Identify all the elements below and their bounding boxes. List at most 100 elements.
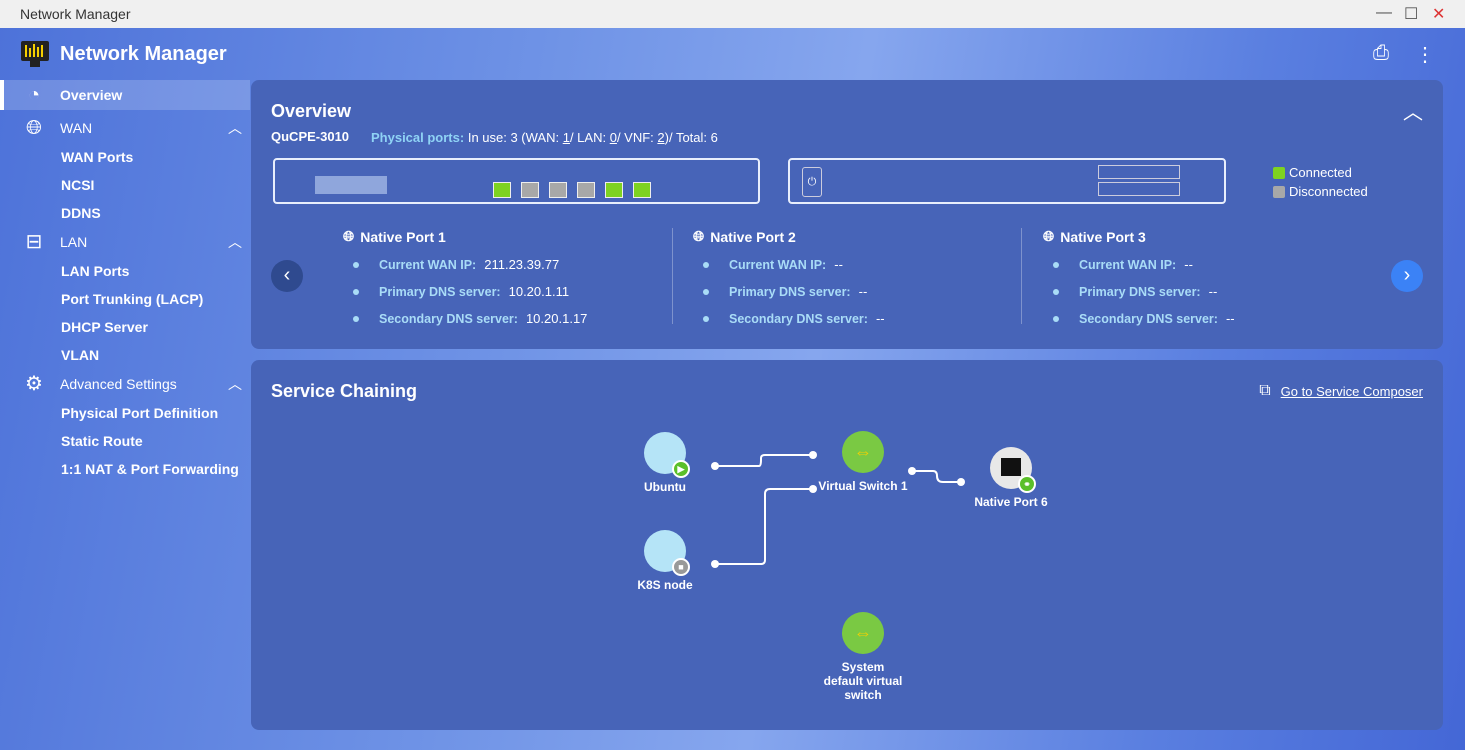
close-icon[interactable]: ✕	[1432, 4, 1445, 24]
info-row: Current WAN IP: --	[1043, 257, 1373, 272]
more-vertical-icon[interactable]: ⋮	[1415, 42, 1435, 67]
node-label: K8S node	[637, 578, 693, 592]
switch-icon: ⇔	[842, 431, 884, 473]
overview-panel: Overview ︿ QuCPE-3010 Physical ports: In…	[251, 80, 1443, 349]
chevron-up-icon[interactable]: ︿	[228, 374, 242, 394]
window-title: Network Manager	[20, 6, 131, 22]
port-legend: Connected Disconnected	[1273, 165, 1368, 203]
sidebar-item-advanced-settings[interactable]: ⚙︎ Advanced Settings ︿	[0, 369, 250, 399]
sidebar-item-overview[interactable]: ◔ Overview	[0, 80, 250, 110]
info-row: Secondary DNS server: --	[693, 311, 1023, 326]
info-value: --	[1184, 257, 1193, 272]
info-value: --	[834, 257, 843, 272]
info-label: Primary DNS server:	[379, 284, 501, 299]
link-icon: ⚭	[1018, 475, 1036, 493]
ethernet-port-1	[493, 182, 511, 198]
switch-icon: ⇔	[842, 612, 884, 654]
sidebar-item-wan[interactable]: 🌐︎ WAN ︿	[0, 113, 250, 143]
vnf-count-link[interactable]: 2	[657, 130, 664, 145]
ports-label: Physical ports:	[371, 130, 465, 145]
sidebar-item-nat-port-forwarding[interactable]: 1:1 NAT & Port Forwarding	[0, 455, 250, 483]
sidebar-item-label: WAN	[60, 120, 93, 136]
node-k8s[interactable]: ■ K8S node	[605, 530, 725, 592]
native-port-name: Native Port 1	[360, 228, 446, 245]
info-value: 10.20.1.17	[525, 311, 588, 326]
sidebar: ◔ Overview 🌐︎ WAN ︿ WAN Ports NCSI DDNS ⊟ LA…	[0, 80, 250, 483]
node-virtual-switch-1[interactable]: ⇔ Virtual Switch 1	[803, 431, 923, 493]
globe-icon: 🌐︎	[26, 117, 42, 139]
info-label: Secondary DNS server:	[1079, 311, 1218, 326]
sidebar-item-label: Advanced Settings	[60, 376, 177, 392]
globe-icon: 🌐︎	[343, 228, 355, 244]
sidebar-item-lan[interactable]: ⊟ LAN ︿	[0, 227, 250, 257]
sidebar-item-port-trunking[interactable]: Port Trunking (LACP)	[0, 285, 250, 313]
node-label: Ubuntu	[644, 480, 686, 494]
device-rear-panel: ⏻	[788, 158, 1226, 204]
printer-icon[interactable]: ⎙	[1373, 42, 1389, 67]
info-row: Primary DNS server: --	[1043, 284, 1373, 299]
info-row: Secondary DNS server: --	[1043, 311, 1373, 326]
info-label: Primary DNS server:	[1079, 284, 1201, 299]
info-row: Current WAN IP: --	[693, 257, 1023, 272]
next-button[interactable]: ›	[1391, 260, 1423, 292]
sidebar-item-physical-port-definition[interactable]: Physical Port Definition	[0, 399, 250, 427]
collapse-chevron-icon[interactable]: ︿	[1403, 96, 1423, 125]
vm-icon: ▶	[644, 432, 690, 478]
native-port-name: Native Port 2	[710, 228, 796, 245]
info-row: Primary DNS server: --	[693, 284, 1023, 299]
ports-text: )/ Total: 6	[664, 130, 718, 145]
sidebar-item-ncsi[interactable]: NCSI	[0, 171, 250, 199]
wan-count-link[interactable]: 1	[563, 130, 570, 145]
sidebar-item-static-route[interactable]: Static Route	[0, 427, 250, 455]
node-label: System default virtual switch	[823, 660, 903, 702]
minimize-icon[interactable]: —	[1376, 4, 1392, 22]
vm-icon: ■	[644, 530, 690, 576]
info-value: 211.23.39.77	[484, 257, 560, 272]
sidebar-item-lan-ports[interactable]: LAN Ports	[0, 257, 250, 285]
info-value: --	[858, 284, 868, 299]
info-label: Current WAN IP:	[729, 257, 827, 272]
globe-icon: 🌐︎	[693, 228, 705, 244]
device-model: QuCPE-3010	[271, 129, 350, 144]
node-system-default-virtual-switch[interactable]: ⇔ System default virtual switch	[803, 612, 923, 702]
overview-title: Overview	[271, 101, 352, 121]
native-port-card: 🌐︎ Native Port 1 Current WAN IP: 211.23.39.…	[343, 228, 673, 326]
slot	[1098, 182, 1180, 196]
node-native-port-6[interactable]: ⚭ Native Port 6	[951, 447, 1071, 509]
sidebar-item-ddns[interactable]: DDNS	[0, 199, 250, 227]
gear-icon: ⚙︎	[25, 373, 43, 395]
chevron-up-icon[interactable]: ︿	[228, 118, 242, 138]
ports-text: In use: 3 (WAN:	[467, 130, 563, 145]
info-row: Primary DNS server: 10.20.1.11	[343, 284, 673, 299]
info-label: Current WAN IP:	[1079, 257, 1177, 272]
prev-button[interactable]: ‹	[271, 260, 303, 292]
node-label: Virtual Switch 1	[818, 479, 908, 493]
sidebar-item-wan-ports[interactable]: WAN Ports	[0, 143, 250, 171]
app-header: Network Manager	[20, 40, 227, 68]
app-title: Network Manager	[60, 42, 227, 65]
ethernet-icon: ⊟	[25, 231, 43, 253]
chevron-up-icon[interactable]: ︿	[228, 232, 242, 252]
node-ubuntu[interactable]: ▶ Ubuntu	[605, 432, 725, 494]
device-front-panel	[273, 158, 760, 204]
window-titlebar: Network Manager — ☐ ✕	[0, 0, 1465, 28]
network-manager-logo-icon	[21, 41, 49, 67]
sidebar-item-dhcp-server[interactable]: DHCP Server	[0, 313, 250, 341]
ports-text: / LAN:	[569, 130, 610, 145]
info-value: --	[875, 311, 885, 326]
gauge-icon: ◔	[27, 84, 41, 106]
node-label: Native Port 6	[974, 495, 1048, 509]
info-label: Primary DNS server:	[729, 284, 851, 299]
sidebar-item-vlan[interactable]: VLAN	[0, 341, 250, 369]
globe-icon: 🌐︎	[1043, 228, 1055, 244]
info-row: Current WAN IP: 211.23.39.77	[343, 257, 673, 272]
maximize-icon[interactable]: ☐	[1404, 4, 1418, 24]
slot	[1098, 165, 1180, 179]
info-label: Secondary DNS server:	[729, 311, 868, 326]
legend-disconnected: Disconnected	[1289, 184, 1368, 199]
ethernet-port-6	[633, 182, 651, 198]
power-icon: ⏻	[802, 167, 822, 197]
ethernet-port-4	[577, 182, 595, 198]
lan-count-link[interactable]: 0	[610, 130, 617, 145]
info-label: Current WAN IP:	[379, 257, 477, 272]
